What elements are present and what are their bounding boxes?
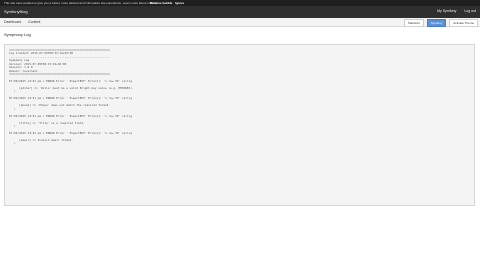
log-text: ========================================… [9,48,134,146]
tab-activate-theme[interactable]: Activate Theme [449,19,478,27]
secondary-navbar: Dashboard Content Statistics Symfony Act… [0,18,480,27]
page-title: Symphony Log [4,32,31,37]
tab-statistics[interactable]: Statistics [403,19,424,27]
nav-item-content[interactable]: Content [28,20,40,24]
logout-link[interactable]: Log out [464,9,476,13]
account-link[interactable]: My Symfony [437,9,456,13]
tab-symfony[interactable]: Symfony [426,19,447,27]
site-brand[interactable]: SymfonyBlog [4,9,28,14]
subnav-left: Dashboard Content [4,20,46,24]
subnav-right: Statistics Symfony Activate Theme [402,19,478,27]
nav-item-dashboard[interactable]: Dashboard [4,20,21,24]
account-links: My Symfony Log out [430,9,476,13]
top-navbar: SymfonyBlog My Symfony Log out [0,6,480,18]
log-panel: ========================================… [4,44,475,206]
